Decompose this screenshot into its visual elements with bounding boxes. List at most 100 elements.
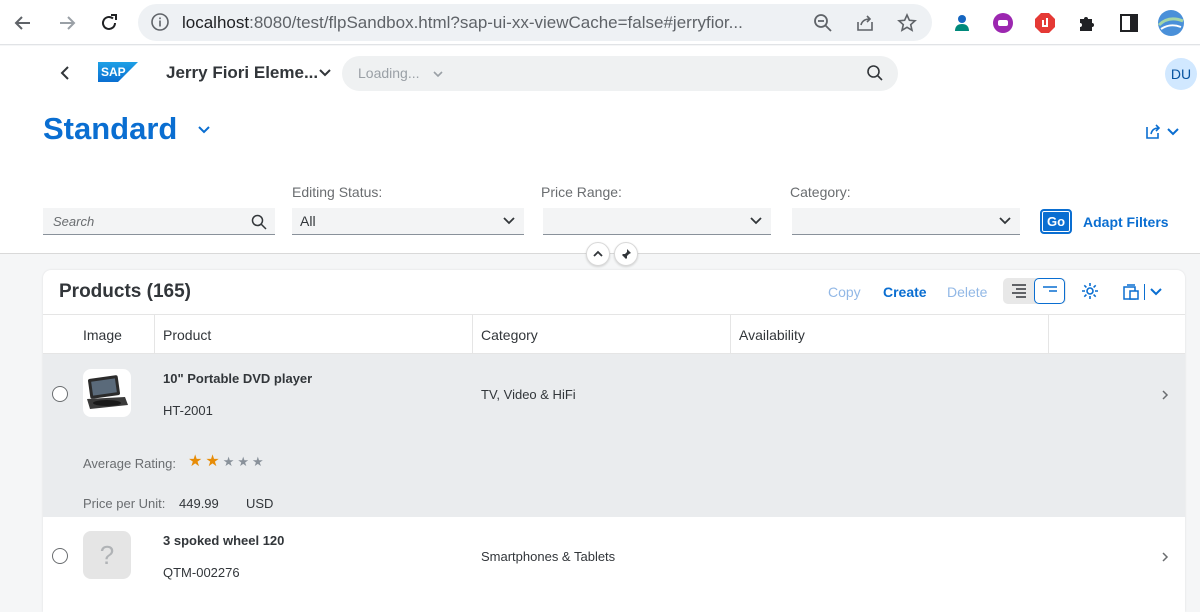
share-export-icon: [1146, 124, 1161, 139]
url-host: localhost: [182, 13, 250, 32]
average-rating-label: Average Rating:: [83, 456, 176, 471]
app-title-chevron-icon[interactable]: [318, 66, 332, 85]
product-id: HT-2001: [163, 403, 213, 418]
export-divider: [1144, 284, 1145, 300]
share-chevron-icon: [1167, 128, 1179, 136]
hide-details-button[interactable]: [1034, 278, 1065, 304]
shell-bar: SAP Jerry Fiori Eleme... Loading... DU: [0, 46, 1200, 101]
pin-icon: [621, 249, 631, 260]
dvd-player-icon: [87, 375, 128, 409]
editing-status-select[interactable]: All: [292, 208, 524, 235]
editing-status-label: Editing Status:: [292, 184, 383, 200]
extension-purple-icon[interactable]: [989, 9, 1017, 37]
product-name: 10" Portable DVD player: [163, 371, 313, 386]
extension-adblock-icon[interactable]: [1031, 9, 1059, 37]
chevron-down-icon: [998, 214, 1012, 233]
star-empty-icon: ★: [252, 454, 264, 469]
category-select[interactable]: [792, 208, 1020, 235]
row-select-radio[interactable]: [52, 386, 68, 402]
details-lines-icon: [1011, 284, 1026, 298]
price-per-unit-label: Price per Unit:: [83, 496, 166, 511]
chevron-down-icon: [502, 214, 516, 233]
go-button[interactable]: Go: [1040, 209, 1072, 234]
shell-search-placeholder: Loading...: [358, 65, 420, 81]
table-title: Products (165): [59, 281, 191, 302]
app-title[interactable]: Jerry Fiori Eleme...: [166, 63, 318, 83]
table-row[interactable]: ? 3 spoked wheel 120 QTM-002276 Smartpho…: [43, 517, 1185, 612]
delete-button[interactable]: Delete: [947, 284, 987, 300]
gear-icon: [1082, 283, 1098, 299]
table-header: Image Product Category Availability: [43, 314, 1185, 354]
profile-avatar-icon[interactable]: [1157, 9, 1185, 37]
price-range-label: Price Range:: [541, 184, 622, 200]
sap-logo-text: SAP: [101, 65, 126, 79]
search-placeholder: Search: [53, 214, 95, 229]
row-select-radio[interactable]: [52, 548, 68, 564]
column-header-category[interactable]: Category: [473, 315, 731, 354]
address-bar[interactable]: localhost:8080/test/flpSandbox.html?sap-…: [138, 4, 932, 41]
export-icon: [1123, 284, 1139, 300]
row-navigation-chevron-icon[interactable]: [1160, 388, 1170, 406]
product-category: TV, Video & HiFi: [481, 387, 576, 402]
bookmark-star-icon[interactable]: [896, 12, 918, 34]
products-table-card: Products (165) Copy Create Delete Image …: [43, 270, 1185, 612]
collapse-header-button[interactable]: [586, 242, 610, 266]
reload-icon[interactable]: [94, 8, 124, 38]
sap-logo[interactable]: SAP: [98, 62, 138, 82]
back-chevron-icon[interactable]: [55, 63, 75, 83]
column-header-product[interactable]: Product: [155, 315, 473, 354]
star-filled-icon: ★: [188, 453, 203, 470]
extension-person-icon[interactable]: [948, 9, 976, 37]
user-avatar[interactable]: DU: [1165, 58, 1197, 90]
view-toggle: [1003, 278, 1066, 304]
compact-lines-icon: [1042, 286, 1057, 292]
star-empty-icon: ★: [237, 454, 249, 469]
product-image-placeholder: ?: [83, 531, 131, 579]
show-details-button[interactable]: [1003, 278, 1034, 304]
forward-arrow-icon[interactable]: [52, 8, 82, 38]
product-category: Smartphones & Tablets: [481, 549, 616, 564]
search-scope-chevron-icon[interactable]: [432, 67, 444, 85]
create-button[interactable]: Create: [883, 284, 927, 300]
search-icon[interactable]: [866, 64, 884, 87]
back-arrow-icon[interactable]: [8, 8, 38, 38]
chevron-down-icon: [749, 214, 763, 233]
table-settings-button[interactable]: [1081, 282, 1099, 305]
pin-header-button[interactable]: [614, 242, 638, 266]
export-button[interactable]: [1122, 281, 1170, 303]
shell-search-field[interactable]: Loading...: [342, 56, 898, 91]
extensions-puzzle-icon[interactable]: [1073, 9, 1101, 37]
question-mark-icon: ?: [99, 539, 115, 570]
price-value: 449.99: [179, 496, 219, 511]
chevron-down-icon: [1150, 288, 1162, 296]
chevron-up-icon: [593, 250, 603, 257]
side-panel-icon[interactable]: [1115, 9, 1143, 37]
product-name: 3 spoked wheel 120: [163, 533, 285, 548]
url-path: :8080/test/flpSandbox.html?sap-ui-xx-vie…: [249, 13, 743, 32]
zoom-icon[interactable]: [812, 12, 834, 34]
header-toggle-group: [586, 242, 642, 266]
column-header-image[interactable]: Image: [43, 315, 155, 354]
variant-chevron-icon[interactable]: [197, 123, 211, 142]
row-navigation-chevron-icon[interactable]: [1160, 550, 1170, 568]
share-icon[interactable]: [854, 12, 876, 34]
page-header: Standard Search Editing Status: All Pric…: [0, 101, 1200, 266]
variant-title[interactable]: Standard: [43, 111, 177, 147]
share-menu-button[interactable]: [1144, 121, 1186, 143]
product-image: [83, 369, 131, 417]
table-row[interactable]: 10" Portable DVD player HT-2001 TV, Vide…: [43, 354, 1185, 517]
search-input[interactable]: Search: [43, 208, 275, 235]
price-currency: USD: [246, 496, 274, 511]
site-info-icon[interactable]: [150, 12, 170, 37]
browser-toolbar: localhost:8080/test/flpSandbox.html?sap-…: [0, 0, 1200, 45]
adapt-filters-button[interactable]: Adapt Filters: [1083, 214, 1169, 230]
price-range-select[interactable]: [543, 208, 771, 235]
star-filled-icon: ★: [205, 453, 220, 470]
star-empty-icon: ★: [222, 454, 235, 469]
editing-status-value: All: [300, 213, 316, 229]
column-header-availability[interactable]: Availability: [731, 315, 1049, 354]
copy-button[interactable]: Copy: [828, 284, 861, 300]
search-icon[interactable]: [251, 214, 267, 235]
url-text: localhost:8080/test/flpSandbox.html?sap-…: [182, 13, 802, 33]
category-label: Category:: [790, 184, 851, 200]
